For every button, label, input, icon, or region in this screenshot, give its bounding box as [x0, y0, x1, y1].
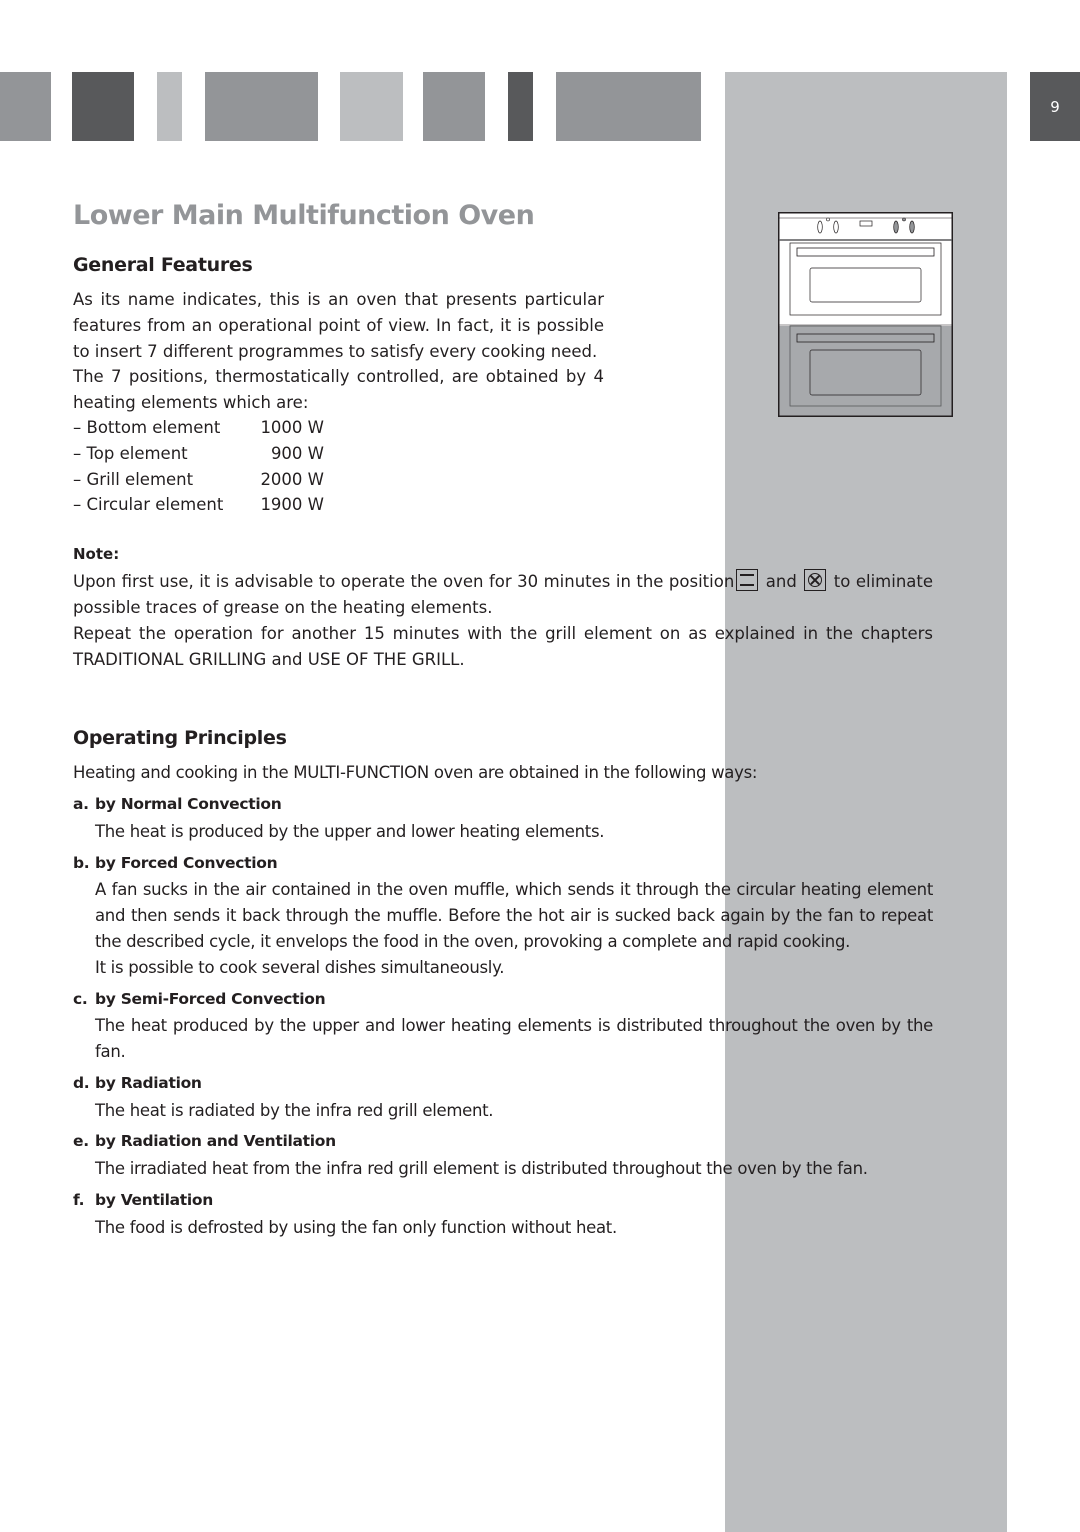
- upper-oven: [789, 242, 942, 316]
- upper-oven-window: [809, 267, 922, 303]
- header-block-2: [72, 72, 134, 141]
- element-name: – Bottom element: [73, 418, 221, 437]
- page-title: Lower Main Multifunction Oven: [73, 200, 535, 231]
- heating-elements-list: – Bottom element 1000 W – Top element 90…: [73, 415, 324, 518]
- heating-element-row: – Bottom element 1000 W: [73, 415, 324, 441]
- note-text: Upon first use, it is advisable to opera…: [73, 569, 933, 621]
- knob-4: [909, 220, 915, 234]
- operating-principles-intro: Heating and cooking in the MULTI-FUNCTIO…: [73, 763, 758, 782]
- header-block-6: [423, 72, 485, 141]
- element-name: – Top element: [73, 443, 188, 463]
- heating-element-row: – Circular element 1900 W: [73, 492, 324, 518]
- element-power: 1900 W: [260, 495, 324, 515]
- general-features-heading: General Features: [73, 254, 253, 276]
- knob-3: [893, 220, 899, 234]
- method-b-body: A fan sucks in the air contained in the …: [95, 880, 933, 951]
- top-bottom-heat-icon: [736, 569, 759, 591]
- oven-illustration: [778, 212, 953, 417]
- header-block-8: [556, 72, 701, 141]
- method-c-title: c. by Semi-Forced Convection: [73, 990, 326, 1008]
- method-c-body: The heat produced by the upper and lower…: [95, 1016, 933, 1061]
- method-b-body-2: It is possible to cook several dishes si…: [95, 958, 505, 977]
- header-block-5: [340, 72, 403, 141]
- method-e-title: e. by Radiation and Ventilation: [73, 1132, 336, 1150]
- element-power: 1000 W: [260, 418, 324, 437]
- element-name: – Circular element: [73, 495, 224, 515]
- method-f-body: The food is defrosted by using the fan o…: [95, 1218, 617, 1237]
- header-block-1: [0, 72, 51, 141]
- display-window: [859, 220, 873, 227]
- indicator-light-1: [826, 217, 830, 222]
- header-block-3: [157, 72, 182, 141]
- general-features-intro-2: The 7 positions, thermostatically contro…: [73, 367, 604, 412]
- heating-element-row: – Grill element 2000 W: [73, 467, 324, 493]
- header-block-4: [205, 72, 318, 141]
- operating-principles-heading: Operating Principles: [73, 727, 287, 749]
- method-a-body: The heat is produced by the upper and lo…: [95, 822, 605, 841]
- element-name: – Grill element: [73, 469, 194, 489]
- fan-icon: [804, 569, 827, 591]
- general-features-intro-1: As its name indicates, this is an oven t…: [73, 290, 604, 361]
- heating-element-row: – Top element 900 W: [73, 441, 324, 467]
- element-power: 2000 W: [260, 469, 324, 489]
- note-and: and: [765, 572, 797, 591]
- knob-1: [817, 220, 823, 234]
- method-e-body: The irradiated heat from the infra red g…: [95, 1159, 868, 1178]
- page-number: 9: [1030, 72, 1080, 141]
- lower-oven: [789, 325, 942, 407]
- note-label: Note:: [73, 545, 120, 563]
- header-block-7: [508, 72, 533, 141]
- element-power: 900 W: [270, 443, 324, 463]
- lower-oven-handle: [796, 333, 935, 343]
- knob-2: [833, 220, 839, 234]
- indicator-light-2: [902, 217, 906, 222]
- upper-oven-handle: [796, 247, 935, 257]
- method-d-body: The heat is radiated by the infra red gr…: [95, 1101, 494, 1120]
- page-number-text: 9: [1050, 97, 1060, 116]
- note-text-start: Upon first use, it is advisable to opera…: [73, 572, 735, 591]
- method-d-title: d. by Radiation: [73, 1074, 202, 1092]
- lower-oven-window: [809, 349, 922, 396]
- method-b-title: b. by Forced Convection: [73, 854, 278, 872]
- method-a-title: a. by Normal Convection: [73, 795, 282, 813]
- method-f-title: f. by Ventilation: [73, 1191, 213, 1209]
- note-repeat: Repeat the operation for another 15 minu…: [73, 624, 933, 669]
